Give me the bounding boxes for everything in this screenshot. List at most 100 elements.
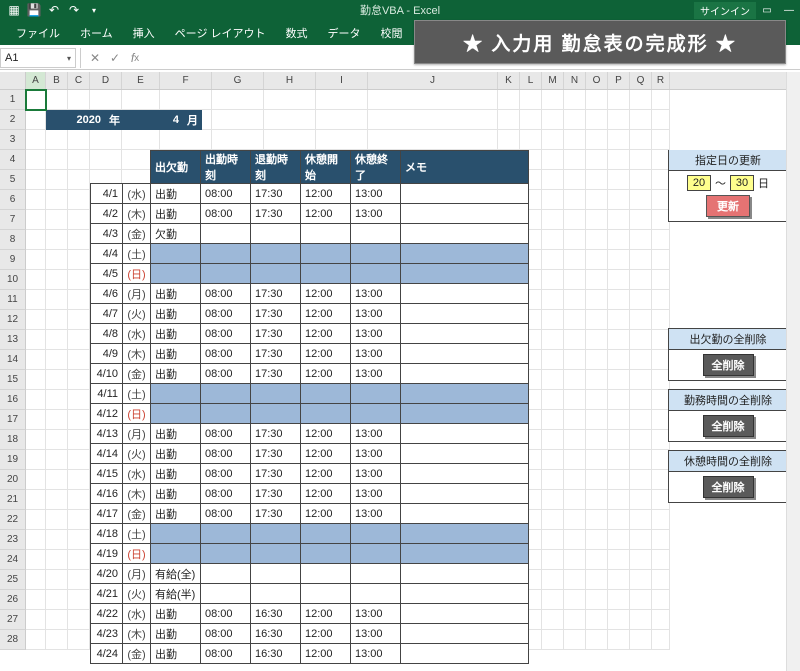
table-cell[interactable]: (木) <box>123 344 151 364</box>
cell[interactable] <box>68 350 90 370</box>
cell[interactable] <box>630 510 652 530</box>
cell[interactable] <box>68 490 90 510</box>
cell[interactable] <box>630 410 652 430</box>
cell[interactable] <box>586 530 608 550</box>
cell[interactable] <box>498 130 520 150</box>
name-box[interactable]: A1 ▾ <box>0 48 76 68</box>
cell[interactable] <box>542 170 564 190</box>
row-header[interactable]: 2 <box>0 110 26 130</box>
range-from-input[interactable]: 20 <box>687 175 711 191</box>
table-cell[interactable]: (土) <box>123 384 151 404</box>
table-cell[interactable] <box>401 484 529 504</box>
cell[interactable] <box>652 230 670 250</box>
cell[interactable] <box>652 530 670 550</box>
table-cell[interactable] <box>251 544 301 564</box>
table-cell[interactable]: (日) <box>123 264 151 284</box>
table-cell[interactable]: 12:00 <box>301 304 351 324</box>
cell[interactable] <box>26 630 46 650</box>
cell[interactable] <box>542 530 564 550</box>
cell[interactable] <box>46 90 68 110</box>
table-cell[interactable]: 12:00 <box>301 444 351 464</box>
row-header[interactable]: 17 <box>0 410 26 430</box>
delete-attendance-button[interactable]: 全削除 <box>703 354 754 376</box>
cell[interactable] <box>564 150 586 170</box>
cell[interactable] <box>46 470 68 490</box>
cell[interactable] <box>564 270 586 290</box>
cell[interactable] <box>26 530 46 550</box>
cell[interactable] <box>46 270 68 290</box>
table-cell[interactable]: 出勤 <box>151 444 201 464</box>
cell[interactable] <box>498 90 520 110</box>
cell[interactable] <box>564 350 586 370</box>
cell[interactable] <box>26 410 46 430</box>
cell[interactable] <box>608 410 630 430</box>
cell[interactable] <box>26 150 46 170</box>
table-cell[interactable]: 4/2 <box>91 204 123 224</box>
cell[interactable] <box>46 550 68 570</box>
table-cell[interactable]: 4/18 <box>91 524 123 544</box>
cell[interactable] <box>630 90 652 110</box>
cell[interactable] <box>542 130 564 150</box>
table-cell[interactable] <box>351 384 401 404</box>
table-cell[interactable]: 4/20 <box>91 564 123 584</box>
cell[interactable] <box>46 350 68 370</box>
cell[interactable] <box>542 270 564 290</box>
table-cell[interactable]: 13:00 <box>351 464 401 484</box>
cell[interactable] <box>630 630 652 650</box>
table-cell[interactable]: 16:30 <box>251 624 301 644</box>
table-cell[interactable]: (月) <box>123 284 151 304</box>
cell[interactable] <box>652 270 670 290</box>
table-cell[interactable] <box>401 604 529 624</box>
table-cell[interactable]: 12:00 <box>301 324 351 344</box>
cell[interactable] <box>586 630 608 650</box>
table-cell[interactable] <box>201 384 251 404</box>
table-cell[interactable]: (水) <box>123 324 151 344</box>
cell[interactable] <box>316 110 368 130</box>
cell[interactable] <box>564 450 586 470</box>
cell[interactable] <box>608 210 630 230</box>
cell[interactable] <box>46 310 68 330</box>
cell[interactable] <box>652 510 670 530</box>
cell[interactable] <box>630 390 652 410</box>
table-cell[interactable] <box>401 284 529 304</box>
table-cell[interactable]: 4/7 <box>91 304 123 324</box>
cell[interactable] <box>26 390 46 410</box>
cell[interactable] <box>630 550 652 570</box>
cell[interactable] <box>564 530 586 550</box>
cancel-icon[interactable]: ✕ <box>85 48 105 68</box>
cell[interactable] <box>542 290 564 310</box>
row-header[interactable]: 11 <box>0 290 26 310</box>
row-header[interactable]: 8 <box>0 230 26 250</box>
cell[interactable] <box>68 150 90 170</box>
table-cell[interactable]: 08:00 <box>201 304 251 324</box>
cell[interactable] <box>608 350 630 370</box>
table-cell[interactable]: 欠勤 <box>151 224 201 244</box>
table-cell[interactable]: (水) <box>123 464 151 484</box>
cell[interactable] <box>630 430 652 450</box>
table-cell[interactable]: 12:00 <box>301 464 351 484</box>
cell[interactable] <box>564 430 586 450</box>
cell[interactable] <box>564 470 586 490</box>
delete-worktime-button[interactable]: 全削除 <box>703 415 754 437</box>
table-cell[interactable]: 4/16 <box>91 484 123 504</box>
table-cell[interactable] <box>401 584 529 604</box>
cell[interactable] <box>46 510 68 530</box>
cell[interactable] <box>68 230 90 250</box>
cell[interactable] <box>630 470 652 490</box>
cell[interactable] <box>542 350 564 370</box>
cell[interactable] <box>608 190 630 210</box>
col-header-L[interactable]: L <box>520 72 542 89</box>
cell[interactable] <box>630 570 652 590</box>
range-to-input[interactable]: 30 <box>730 175 754 191</box>
table-cell[interactable]: 13:00 <box>351 644 401 664</box>
cell[interactable] <box>542 390 564 410</box>
redo-icon[interactable]: ↷ <box>66 2 82 18</box>
table-cell[interactable]: 13:00 <box>351 504 401 524</box>
row-header[interactable]: 13 <box>0 330 26 350</box>
row-header[interactable]: 1 <box>0 90 26 110</box>
col-header-C[interactable]: C <box>68 72 90 89</box>
cell[interactable] <box>608 130 630 150</box>
col-header-G[interactable]: G <box>212 72 264 89</box>
cell[interactable] <box>68 590 90 610</box>
table-cell[interactable]: 4/3 <box>91 224 123 244</box>
